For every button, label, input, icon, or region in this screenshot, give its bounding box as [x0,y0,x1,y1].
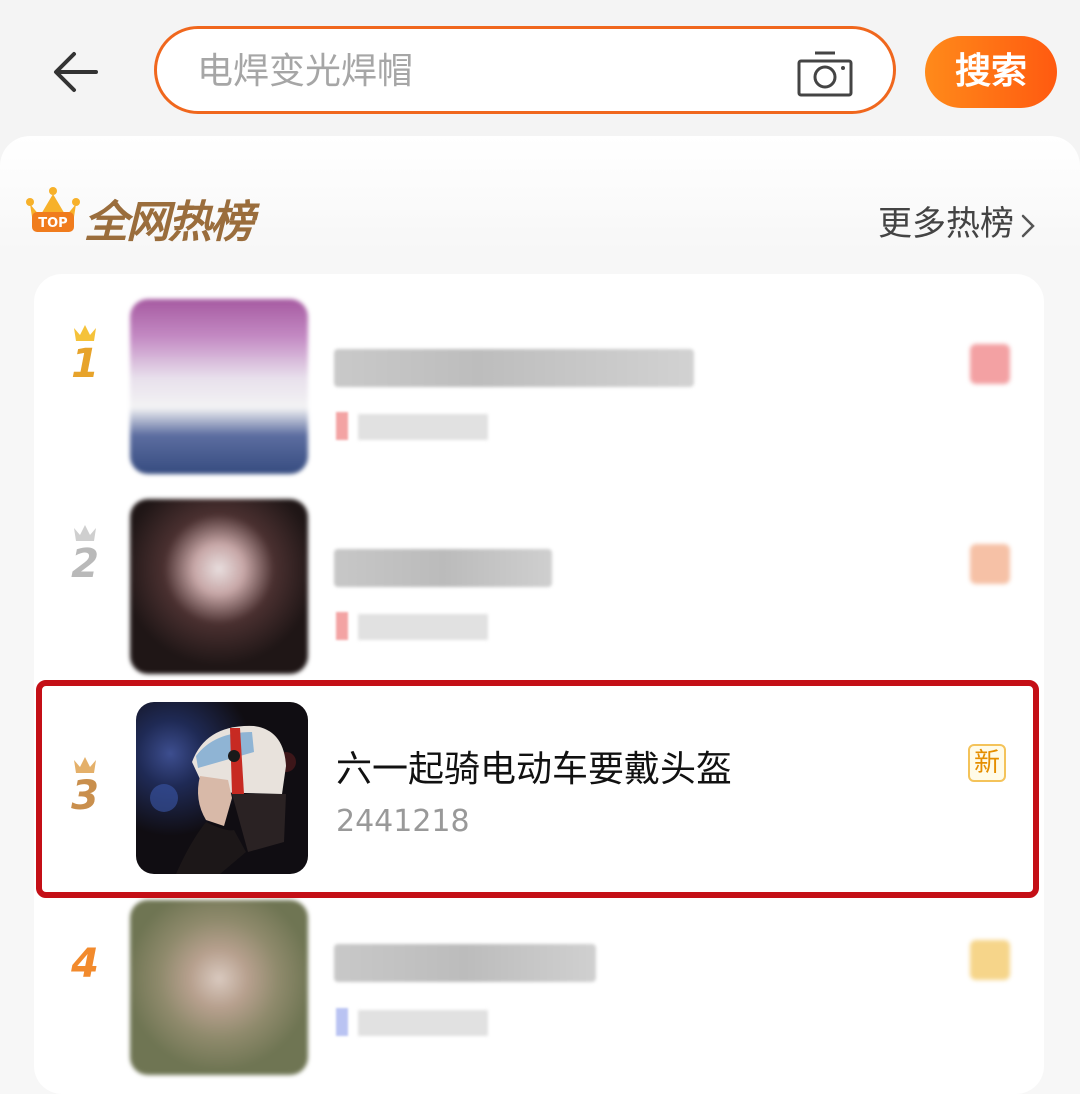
rank-marker: 3 [62,756,108,818]
new-badge: 新 [968,744,1006,782]
title-redacted [334,944,596,982]
thumbnail-image [130,499,308,674]
top-badge-text: TOP [38,216,67,231]
thumbnail-image [130,299,308,474]
helmet-rider-photo [150,725,296,874]
camera-search-button[interactable] [797,47,853,97]
thumbnail-image [130,900,308,1075]
crown-icon [74,525,96,541]
search-button[interactable]: 搜索 [925,36,1057,108]
title-redacted [334,349,694,387]
list-item[interactable]: 2 [34,474,1044,674]
more-hot-lists-label: 更多热榜 [878,204,1014,244]
more-hot-lists-link[interactable]: 更多热榜 [878,196,1036,245]
camera-icon [797,51,853,97]
rank-number: 2 [71,541,99,587]
badge-redacted [970,940,1010,980]
search-box[interactable] [154,26,896,114]
item-heat-value: 2441218 [336,804,470,839]
board-title-text: 全网热榜 [84,197,254,248]
back-button[interactable] [50,44,102,100]
top-bar: 搜索 [0,0,1080,140]
search-input[interactable] [197,43,777,99]
heat-marker [336,612,348,640]
item-title: 六一起骑电动车要戴头盔 [336,749,733,790]
heat-value-redacted [358,614,488,640]
heat-marker [336,1008,348,1036]
crown-icon [74,757,96,773]
heat-marker [336,412,348,440]
rank-marker: 4 [62,942,108,986]
arrow-left-icon [54,52,98,92]
rank-number: 3 [71,773,99,819]
badge-redacted [970,344,1010,384]
rank-number: 4 [71,941,99,987]
crown-icon [74,325,96,341]
chevron-right-icon [1021,214,1035,237]
title-redacted [334,549,552,587]
heat-value-redacted [358,1010,488,1036]
badge-redacted [970,544,1010,584]
rank-marker: 1 [62,324,108,386]
list-item[interactable]: 1 [34,274,1044,474]
rank-marker: 2 [62,524,108,586]
thumbnail-image [136,702,308,874]
rank-number: 1 [71,341,99,387]
heat-value-redacted [358,414,488,440]
list-item[interactable]: 4 [34,874,1044,1075]
crown-icon: TOP [26,187,80,232]
